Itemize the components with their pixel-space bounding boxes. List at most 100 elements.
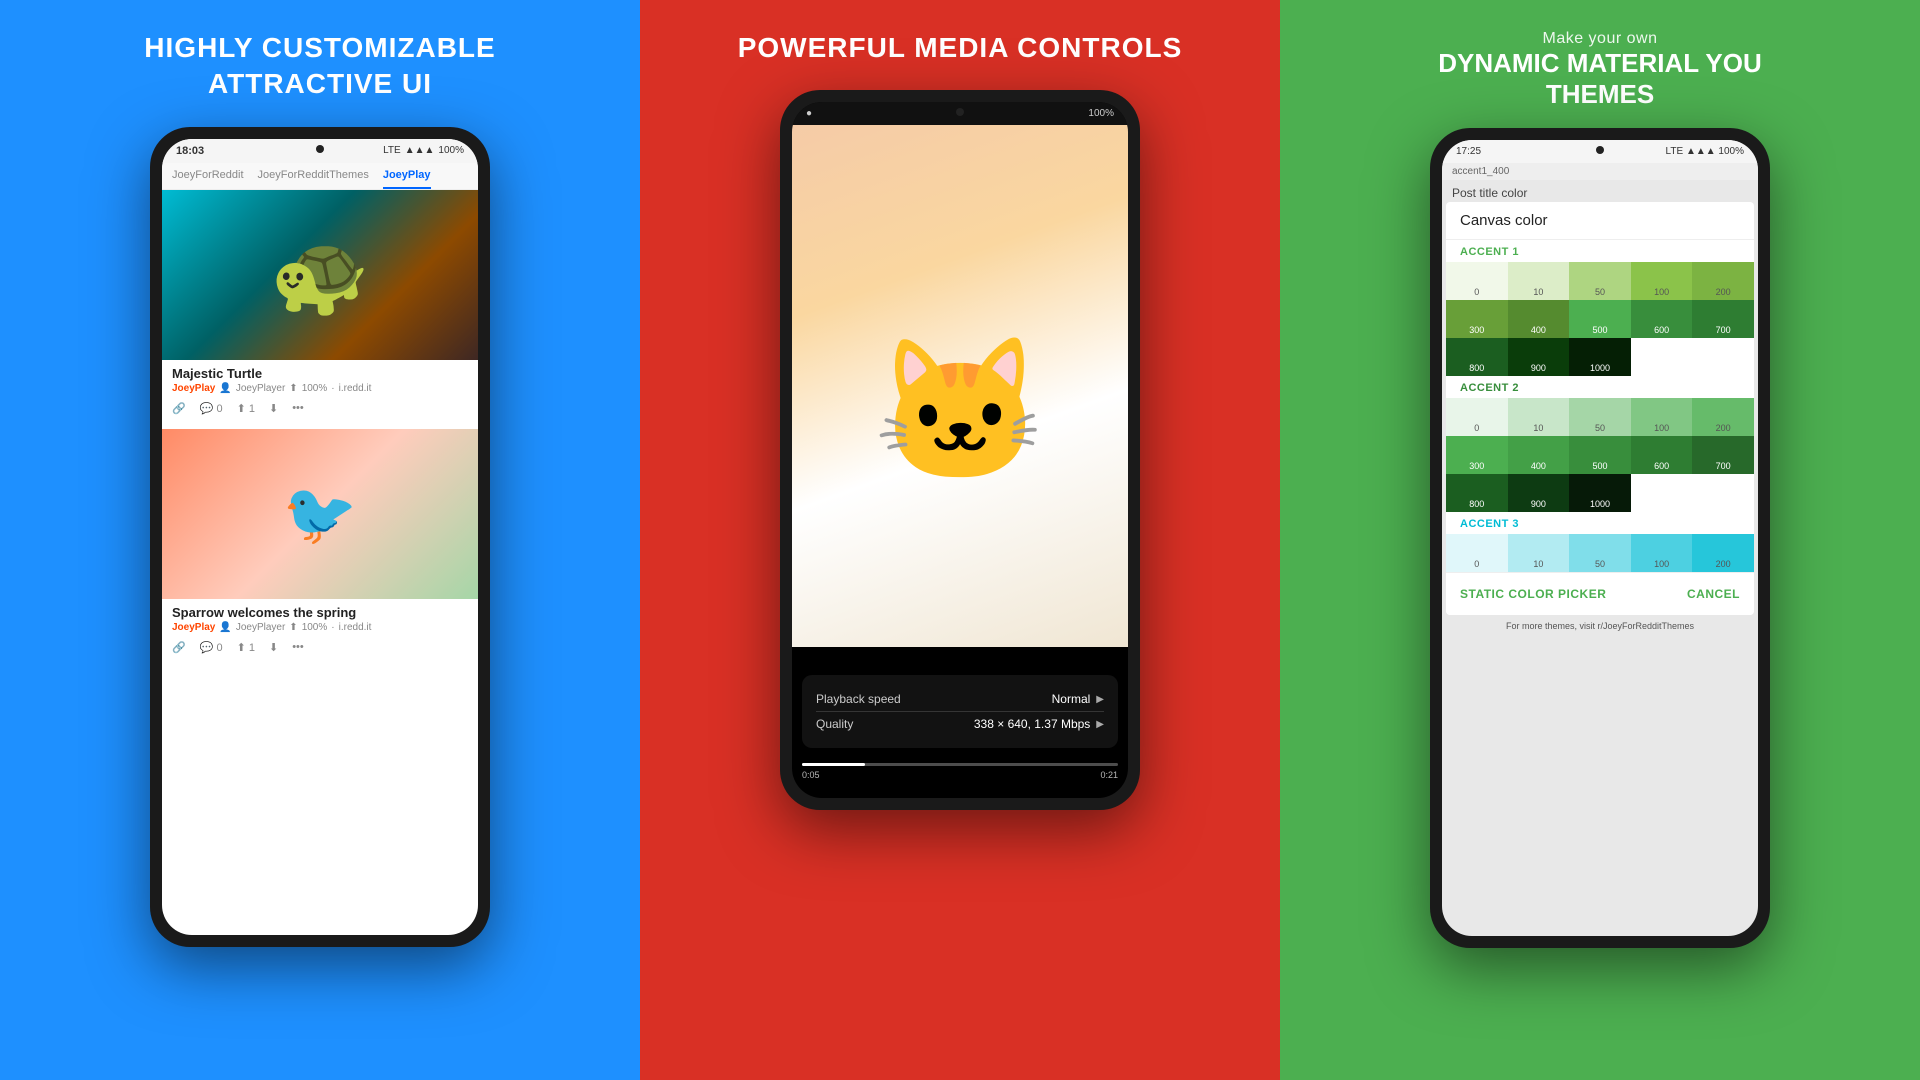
color-cell-a1-800[interactable]: 800 bbox=[1446, 338, 1508, 376]
color-cell-a2-100[interactable]: 100 bbox=[1631, 398, 1693, 436]
color-cell-a2-800[interactable]: 800 bbox=[1446, 474, 1508, 512]
playback-speed-value: Normal ▶ bbox=[1052, 692, 1104, 706]
color-cell-a2-200[interactable]: 200 bbox=[1692, 398, 1754, 436]
tab-joeyforreddit[interactable]: JoeyForReddit bbox=[172, 169, 244, 189]
color-cell-a1-500[interactable]: 500 bbox=[1569, 300, 1631, 338]
color-cell-a2-900[interactable]: 900 bbox=[1508, 474, 1570, 512]
status-icons-1: LTE ▲▲▲ 100% bbox=[383, 145, 464, 156]
post-author-1: JoeyPlay 👤 JoeyPlayer ⬆ 100% · i.redd.it bbox=[172, 383, 468, 394]
playback-speed-label: Playback speed bbox=[816, 692, 901, 706]
cp-header: Canvas color bbox=[1446, 202, 1754, 240]
tabs-bar-1[interactable]: JoeyForReddit JoeyForRedditThemes JoeyPl… bbox=[162, 163, 478, 190]
signal-icon-1: ▲▲▲ bbox=[405, 145, 435, 156]
color-cell-a1-100[interactable]: 100 bbox=[1631, 262, 1693, 300]
accent3-section-title: ACCENT 3 bbox=[1446, 512, 1754, 534]
color-cell-a1-1000[interactable]: 1000 bbox=[1569, 338, 1631, 376]
panel-3-title-block: Make your own DYNAMIC MATERIAL YOU THEME… bbox=[1438, 30, 1762, 110]
network-icon-1: LTE bbox=[383, 145, 401, 156]
breadcrumb-bar: accent1_400 bbox=[1442, 163, 1758, 180]
color-cell-a2-500[interactable]: 500 bbox=[1569, 436, 1631, 474]
panel-3-subtitle: Make your own bbox=[1438, 30, 1762, 48]
accent2-color-grid: 0 10 50 100 200 300 400 500 600 700 800 … bbox=[1446, 398, 1754, 512]
quality-value: 338 × 640, 1.37 Mbps ▶ bbox=[974, 717, 1104, 731]
phone-screen-1: 18:03 LTE ▲▲▲ 100% JoeyForReddit JoeyFor… bbox=[162, 139, 478, 935]
camera-dot-3 bbox=[1596, 146, 1604, 154]
color-cell-a3-50[interactable]: 50 bbox=[1569, 534, 1631, 572]
post-author-2: JoeyPlay 👤 JoeyPlayer ⬆ 100% · i.redd.it bbox=[172, 622, 468, 633]
post-card-1: Majestic Turtle JoeyPlay 👤 JoeyPlayer ⬆ … bbox=[162, 190, 478, 421]
more-icon-2[interactable]: ••• bbox=[292, 641, 304, 653]
panel-1-title: HIGHLY CUSTOMIZABLE ATTRACTIVE UI bbox=[144, 30, 495, 103]
post-title-2: Sparrow welcomes the spring bbox=[172, 605, 468, 620]
color-cell-a1-50[interactable]: 50 bbox=[1569, 262, 1631, 300]
panel-2-title: POWERFUL MEDIA CONTROLS bbox=[738, 30, 1183, 66]
phone-frame-2: ● 100% Playback speed Normal ▶ Quality 3… bbox=[780, 90, 1140, 810]
color-picker-dialog: Canvas color ACCENT 1 0 10 50 100 200 30… bbox=[1446, 202, 1754, 615]
color-cell-a1-700[interactable]: 700 bbox=[1692, 300, 1754, 338]
clock-3: 17:25 bbox=[1456, 146, 1481, 157]
breadcrumb-text: accent1_400 bbox=[1452, 166, 1509, 177]
color-cell-a2-400[interactable]: 400 bbox=[1508, 436, 1570, 474]
tab-joeyplay[interactable]: JoeyPlay bbox=[383, 169, 431, 189]
color-cell-a3-10[interactable]: 10 bbox=[1508, 534, 1570, 572]
playback-speed-row[interactable]: Playback speed Normal ▶ bbox=[816, 687, 1104, 711]
color-cell-a3-100[interactable]: 100 bbox=[1631, 534, 1693, 572]
color-cell-a2-600[interactable]: 600 bbox=[1631, 436, 1693, 474]
video-progress-fill bbox=[802, 763, 865, 766]
network-icon-3: LTE bbox=[1666, 146, 1684, 157]
accent3-color-grid: 0 10 50 100 200 bbox=[1446, 534, 1754, 572]
post-image-sparrow bbox=[162, 429, 478, 599]
post-image-turtle bbox=[162, 190, 478, 360]
phone-frame-1: 18:03 LTE ▲▲▲ 100% JoeyForReddit JoeyFor… bbox=[150, 127, 490, 947]
comment-icon-1: 💬 0 bbox=[200, 402, 223, 415]
accent2-section-title: ACCENT 2 bbox=[1446, 376, 1754, 398]
color-cell-a1-0[interactable]: 0 bbox=[1446, 262, 1508, 300]
color-cell-a2-700[interactable]: 700 bbox=[1692, 436, 1754, 474]
more-icon-1[interactable]: ••• bbox=[292, 402, 304, 414]
color-cell-a1-600[interactable]: 600 bbox=[1631, 300, 1693, 338]
color-cell-a2-0[interactable]: 0 bbox=[1446, 398, 1508, 436]
battery-2: 100% bbox=[1088, 108, 1114, 119]
battery-icon-1: 100% bbox=[438, 145, 464, 156]
color-cell-a1-900[interactable]: 900 bbox=[1508, 338, 1570, 376]
downvote-icon-2: ⬇ bbox=[269, 641, 278, 654]
video-time-current: 0:05 bbox=[802, 770, 820, 780]
video-progress-bar[interactable] bbox=[802, 763, 1118, 766]
quality-row[interactable]: Quality 338 × 640, 1.37 Mbps ▶ bbox=[816, 711, 1104, 736]
battery-icon-3: 100% bbox=[1718, 146, 1744, 157]
color-cell-a1-400[interactable]: 400 bbox=[1508, 300, 1570, 338]
cp-footer: STATIC COLOR PICKER CANCEL bbox=[1446, 572, 1754, 615]
panel-2: POWERFUL MEDIA CONTROLS ● 100% Playback … bbox=[640, 0, 1280, 1080]
post-card-2: Sparrow welcomes the spring JoeyPlay 👤 J… bbox=[162, 429, 478, 660]
comment-icon-2: 💬 0 bbox=[200, 641, 223, 654]
color-cell-a1-10[interactable]: 10 bbox=[1508, 262, 1570, 300]
post-actions-1: 🔗 💬 0 ⬆ 1 ⬇ ••• bbox=[162, 398, 478, 421]
playback-arrow-icon: ▶ bbox=[1096, 694, 1104, 705]
color-cell-a2-300[interactable]: 300 bbox=[1446, 436, 1508, 474]
color-cell-a2-10[interactable]: 10 bbox=[1508, 398, 1570, 436]
upvote-icon-2: ⬆ 1 bbox=[237, 641, 255, 654]
static-color-picker-button[interactable]: STATIC COLOR PICKER bbox=[1460, 583, 1606, 605]
color-cell-a3-200[interactable]: 200 bbox=[1692, 534, 1754, 572]
color-cell-a3-0[interactable]: 0 bbox=[1446, 534, 1508, 572]
color-cell-a1-200[interactable]: 200 bbox=[1692, 262, 1754, 300]
tab-joeythemes[interactable]: JoeyForRedditThemes bbox=[258, 169, 369, 189]
camera-dot-1 bbox=[316, 145, 324, 153]
video-time-display: 0:05 0:21 bbox=[802, 770, 1118, 780]
media-controls-overlay: Playback speed Normal ▶ Quality 338 × 64… bbox=[802, 675, 1118, 748]
upvote-icon-1: ⬆ 1 bbox=[237, 402, 255, 415]
camera-dot-2 bbox=[956, 108, 964, 116]
post-actions-2: 🔗 💬 0 ⬆ 1 ⬇ ••• bbox=[162, 637, 478, 660]
color-cell-a2-1000[interactable]: 1000 bbox=[1569, 474, 1631, 512]
post-title-color-label: Post title color bbox=[1442, 180, 1758, 202]
camera-indicator-2: ● bbox=[806, 108, 812, 119]
link-icon-2: 🔗 bbox=[172, 641, 186, 654]
quality-label: Quality bbox=[816, 717, 853, 731]
color-cell-a1-300[interactable]: 300 bbox=[1446, 300, 1508, 338]
video-content-cat bbox=[792, 125, 1128, 647]
post-title-1: Majestic Turtle bbox=[172, 366, 468, 381]
signal-icon-3: ▲▲▲ bbox=[1686, 146, 1716, 157]
cancel-button[interactable]: CANCEL bbox=[1687, 583, 1740, 605]
color-cell-a2-50[interactable]: 50 bbox=[1569, 398, 1631, 436]
panel-3-title-main: DYNAMIC MATERIAL YOU THEMES bbox=[1438, 48, 1762, 110]
